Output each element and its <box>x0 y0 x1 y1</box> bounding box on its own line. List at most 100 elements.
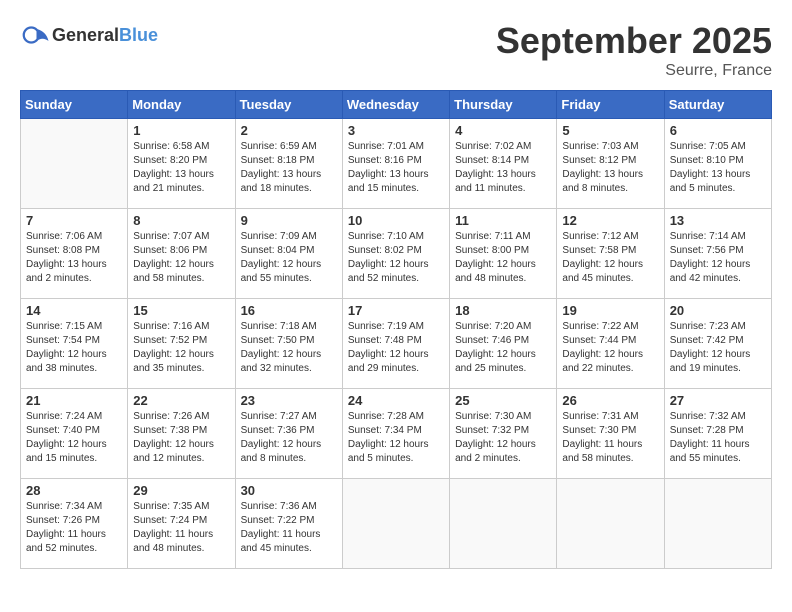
day-info: Sunrise: 7:09 AM Sunset: 8:04 PM Dayligh… <box>241 230 337 286</box>
calendar-cell: 1 Sunrise: 6:58 AM Sunset: 8:20 PM Daylig… <box>128 119 235 209</box>
calendar-cell: 12Sunrise: 7:12 AM Sunset: 7:58 PM Dayli… <box>557 209 664 299</box>
day-number: 24 <box>348 393 444 408</box>
day-number: 9 <box>241 213 337 228</box>
day-number: 17 <box>348 303 444 318</box>
weekday-header-friday: Friday <box>557 91 664 119</box>
day-info: Sunrise: 7:01 AM Sunset: 8:16 PM Dayligh… <box>348 140 444 196</box>
day-info: Sunrise: 7:34 AM Sunset: 7:26 PM Dayligh… <box>26 500 122 556</box>
calendar-cell: 8 Sunrise: 7:07 AM Sunset: 8:06 PM Daylig… <box>128 209 235 299</box>
day-info: Sunrise: 7:36 AM Sunset: 7:22 PM Dayligh… <box>241 500 337 556</box>
calendar-cell: 5 Sunrise: 7:03 AM Sunset: 8:12 PM Daylig… <box>557 119 664 209</box>
day-number: 30 <box>241 483 337 498</box>
day-info: Sunrise: 7:14 AM Sunset: 7:56 PM Dayligh… <box>670 230 766 286</box>
day-number: 23 <box>241 393 337 408</box>
day-number: 20 <box>670 303 766 318</box>
day-info: Sunrise: 7:05 AM Sunset: 8:10 PM Dayligh… <box>670 140 766 196</box>
weekday-header-row: SundayMondayTuesdayWednesdayThursdayFrid… <box>21 91 772 119</box>
day-info: Sunrise: 7:30 AM Sunset: 7:32 PM Dayligh… <box>455 410 551 466</box>
day-number: 10 <box>348 213 444 228</box>
calendar-cell: 18 Sunrise: 7:20 AM Sunset: 7:46 PM Dayli… <box>450 299 557 389</box>
day-number: 6 <box>670 123 766 138</box>
day-info: Sunrise: 7:20 AM Sunset: 7:46 PM Dayligh… <box>455 320 551 376</box>
day-number: 7 <box>26 213 122 228</box>
weekday-header-wednesday: Wednesday <box>342 91 449 119</box>
location-title: Seurre, France <box>496 62 772 80</box>
day-number: 25 <box>455 393 551 408</box>
day-info: Sunrise: 7:18 AM Sunset: 7:50 PM Dayligh… <box>241 320 337 376</box>
day-number: 4 <box>455 123 551 138</box>
day-info: Sunrise: 6:58 AM Sunset: 8:20 PM Dayligh… <box>133 140 229 196</box>
calendar-cell: 9 Sunrise: 7:09 AM Sunset: 8:04 PM Daylig… <box>235 209 342 299</box>
logo-icon <box>20 20 50 50</box>
day-number: 26 <box>562 393 658 408</box>
week-row-5: 28 Sunrise: 7:34 AM Sunset: 7:26 PM Dayli… <box>21 479 772 569</box>
calendar-cell: 14 Sunrise: 7:15 AM Sunset: 7:54 PM Dayli… <box>21 299 128 389</box>
weekday-header-tuesday: Tuesday <box>235 91 342 119</box>
day-info: Sunrise: 7:27 AM Sunset: 7:36 PM Dayligh… <box>241 410 337 466</box>
calendar-cell: 3 Sunrise: 7:01 AM Sunset: 8:16 PM Daylig… <box>342 119 449 209</box>
day-info: Sunrise: 7:02 AM Sunset: 8:14 PM Dayligh… <box>455 140 551 196</box>
day-number: 21 <box>26 393 122 408</box>
calendar-cell: 25 Sunrise: 7:30 AM Sunset: 7:32 PM Dayli… <box>450 389 557 479</box>
calendar-cell: 28 Sunrise: 7:34 AM Sunset: 7:26 PM Dayli… <box>21 479 128 569</box>
calendar-cell: 13Sunrise: 7:14 AM Sunset: 7:56 PM Dayli… <box>664 209 771 299</box>
calendar-cell: 2Sunrise: 6:59 AM Sunset: 8:18 PM Daylig… <box>235 119 342 209</box>
day-number: 14 <box>26 303 122 318</box>
day-number: 18 <box>455 303 551 318</box>
logo-text: GeneralBlue <box>52 25 158 46</box>
day-number: 12 <box>562 213 658 228</box>
calendar-cell: 16 Sunrise: 7:18 AM Sunset: 7:50 PM Dayli… <box>235 299 342 389</box>
calendar-cell <box>21 119 128 209</box>
title-area: September 2025 Seurre, France <box>496 20 772 80</box>
calendar-cell: 11 Sunrise: 7:11 AM Sunset: 8:00 PM Dayli… <box>450 209 557 299</box>
day-number: 11 <box>455 213 551 228</box>
day-info: Sunrise: 7:35 AM Sunset: 7:24 PM Dayligh… <box>133 500 229 556</box>
weekday-header-sunday: Sunday <box>21 91 128 119</box>
calendar-cell: 21 Sunrise: 7:24 AM Sunset: 7:40 PM Dayli… <box>21 389 128 479</box>
logo: GeneralBlue <box>20 20 158 50</box>
day-info: Sunrise: 7:03 AM Sunset: 8:12 PM Dayligh… <box>562 140 658 196</box>
week-row-1: 1 Sunrise: 6:58 AM Sunset: 8:20 PM Daylig… <box>21 119 772 209</box>
calendar-cell: 22Sunrise: 7:26 AM Sunset: 7:38 PM Dayli… <box>128 389 235 479</box>
calendar-body: 1 Sunrise: 6:58 AM Sunset: 8:20 PM Daylig… <box>21 119 772 569</box>
calendar-cell: 15Sunrise: 7:16 AM Sunset: 7:52 PM Dayli… <box>128 299 235 389</box>
calendar-cell: 20 Sunrise: 7:23 AM Sunset: 7:42 PM Dayli… <box>664 299 771 389</box>
day-number: 3 <box>348 123 444 138</box>
day-info: Sunrise: 7:22 AM Sunset: 7:44 PM Dayligh… <box>562 320 658 376</box>
weekday-header-saturday: Saturday <box>664 91 771 119</box>
day-info: Sunrise: 7:24 AM Sunset: 7:40 PM Dayligh… <box>26 410 122 466</box>
calendar-cell: 30 Sunrise: 7:36 AM Sunset: 7:22 PM Dayli… <box>235 479 342 569</box>
day-info: Sunrise: 7:07 AM Sunset: 8:06 PM Dayligh… <box>133 230 229 286</box>
day-info: Sunrise: 7:23 AM Sunset: 7:42 PM Dayligh… <box>670 320 766 376</box>
calendar-cell <box>342 479 449 569</box>
weekday-header-thursday: Thursday <box>450 91 557 119</box>
week-row-3: 14 Sunrise: 7:15 AM Sunset: 7:54 PM Dayli… <box>21 299 772 389</box>
day-number: 28 <box>26 483 122 498</box>
calendar-cell: 23 Sunrise: 7:27 AM Sunset: 7:36 PM Dayli… <box>235 389 342 479</box>
month-title: September 2025 <box>496 20 772 62</box>
day-number: 5 <box>562 123 658 138</box>
day-info: Sunrise: 7:10 AM Sunset: 8:02 PM Dayligh… <box>348 230 444 286</box>
day-number: 29 <box>133 483 229 498</box>
day-info: Sunrise: 7:31 AM Sunset: 7:30 PM Dayligh… <box>562 410 658 466</box>
calendar-cell: 7Sunrise: 7:06 AM Sunset: 8:08 PM Daylig… <box>21 209 128 299</box>
calendar-cell: 27 Sunrise: 7:32 AM Sunset: 7:28 PM Dayli… <box>664 389 771 479</box>
calendar-cell: 10 Sunrise: 7:10 AM Sunset: 8:02 PM Dayli… <box>342 209 449 299</box>
calendar-cell <box>664 479 771 569</box>
week-row-4: 21 Sunrise: 7:24 AM Sunset: 7:40 PM Dayli… <box>21 389 772 479</box>
calendar-cell <box>557 479 664 569</box>
day-number: 1 <box>133 123 229 138</box>
day-info: Sunrise: 7:26 AM Sunset: 7:38 PM Dayligh… <box>133 410 229 466</box>
header: GeneralBlue September 2025 Seurre, Franc… <box>20 20 772 80</box>
day-info: Sunrise: 7:15 AM Sunset: 7:54 PM Dayligh… <box>26 320 122 376</box>
day-number: 27 <box>670 393 766 408</box>
day-info: Sunrise: 7:32 AM Sunset: 7:28 PM Dayligh… <box>670 410 766 466</box>
day-info: Sunrise: 7:11 AM Sunset: 8:00 PM Dayligh… <box>455 230 551 286</box>
day-info: Sunrise: 7:19 AM Sunset: 7:48 PM Dayligh… <box>348 320 444 376</box>
calendar-cell <box>450 479 557 569</box>
calendar-cell: 17 Sunrise: 7:19 AM Sunset: 7:48 PM Dayli… <box>342 299 449 389</box>
day-number: 8 <box>133 213 229 228</box>
day-number: 16 <box>241 303 337 318</box>
calendar-cell: 19Sunrise: 7:22 AM Sunset: 7:44 PM Dayli… <box>557 299 664 389</box>
calendar-cell: 29 Sunrise: 7:35 AM Sunset: 7:24 PM Dayli… <box>128 479 235 569</box>
